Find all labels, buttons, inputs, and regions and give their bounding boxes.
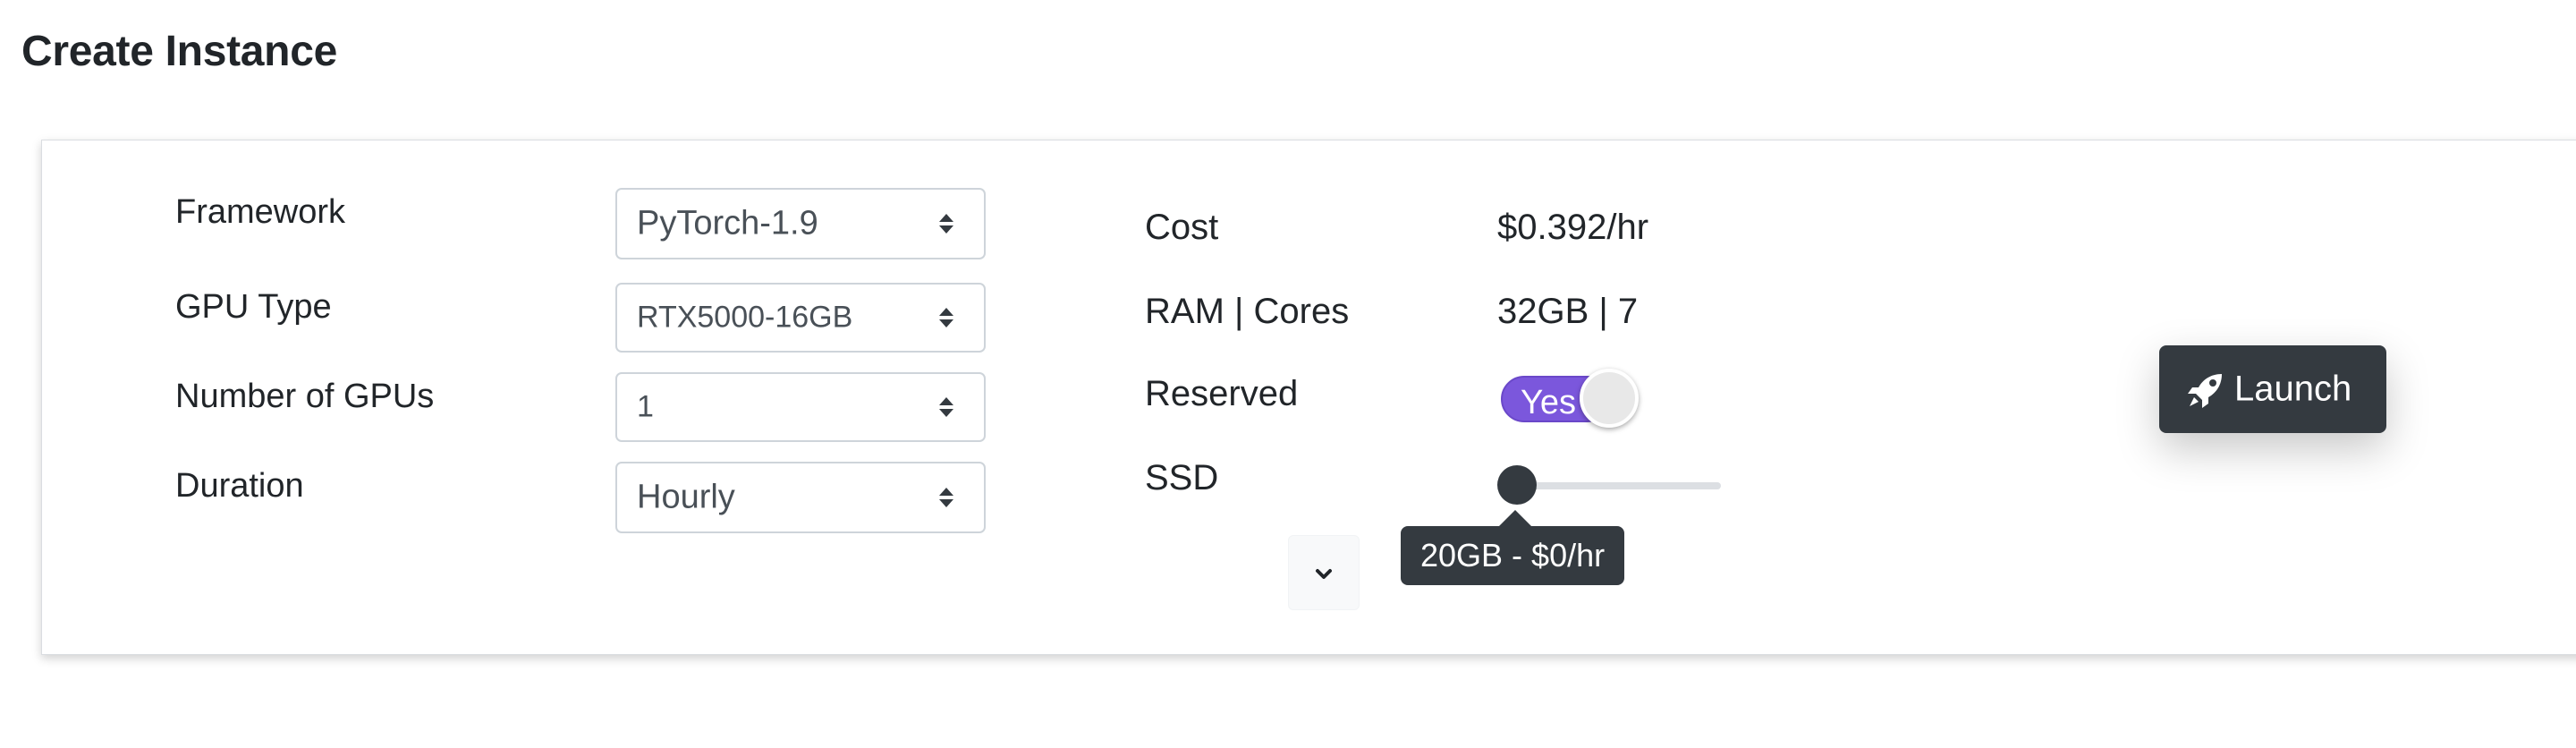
duration-select-value: Hourly (637, 478, 735, 516)
chevron-down-icon (1316, 569, 1332, 579)
reserved-toggle[interactable]: Yes (1497, 369, 1640, 428)
ssd-slider-handle[interactable] (1497, 465, 1537, 505)
duration-label: Duration (175, 467, 304, 505)
duration-select[interactable]: Hourly (615, 462, 986, 533)
select-arrows-icon (939, 488, 953, 507)
framework-select-value: PyTorch-1.9 (637, 204, 818, 242)
select-arrows-icon (939, 214, 953, 234)
select-arrows-icon (939, 397, 953, 417)
num-gpus-select[interactable]: 1 (615, 372, 986, 442)
gpu-type-select[interactable]: RTX5000-16GB (615, 283, 986, 353)
ssd-tooltip: 20GB - $0/hr (1401, 510, 1625, 585)
launch-button-label: Launch (2234, 369, 2352, 409)
expand-button[interactable] (1288, 535, 1360, 610)
ssd-slider[interactable] (1497, 465, 1721, 505)
gpu-type-select-value: RTX5000-16GB (637, 300, 853, 335)
launch-button[interactable]: Launch (2159, 345, 2386, 433)
cost-label: Cost (1145, 208, 1219, 247)
reserved-label: Reserved (1145, 374, 1299, 413)
rocket-icon (2188, 374, 2222, 408)
toggle-label: Yes (1521, 384, 1576, 421)
ram-cores-value: 32GB | 7 (1497, 292, 1639, 331)
framework-select[interactable]: PyTorch-1.9 (615, 188, 986, 259)
select-arrows-icon (939, 308, 953, 327)
cost-value: $0.392/hr (1497, 208, 1649, 247)
gpu-type-label: GPU Type (175, 288, 332, 326)
num-gpus-select-value: 1 (637, 389, 654, 424)
page-title: Create Instance (21, 28, 337, 75)
framework-label: Framework (175, 193, 346, 231)
ssd-label: SSD (1145, 458, 1219, 497)
ssd-slider-rail[interactable] (1506, 482, 1721, 489)
ram-cores-label: RAM | Cores (1145, 292, 1350, 331)
create-instance-page: Create Instance Framework PyTorch-1.9 GP… (0, 0, 2576, 748)
toggle-knob[interactable] (1580, 369, 1639, 428)
num-gpus-label: Number of GPUs (175, 378, 435, 415)
